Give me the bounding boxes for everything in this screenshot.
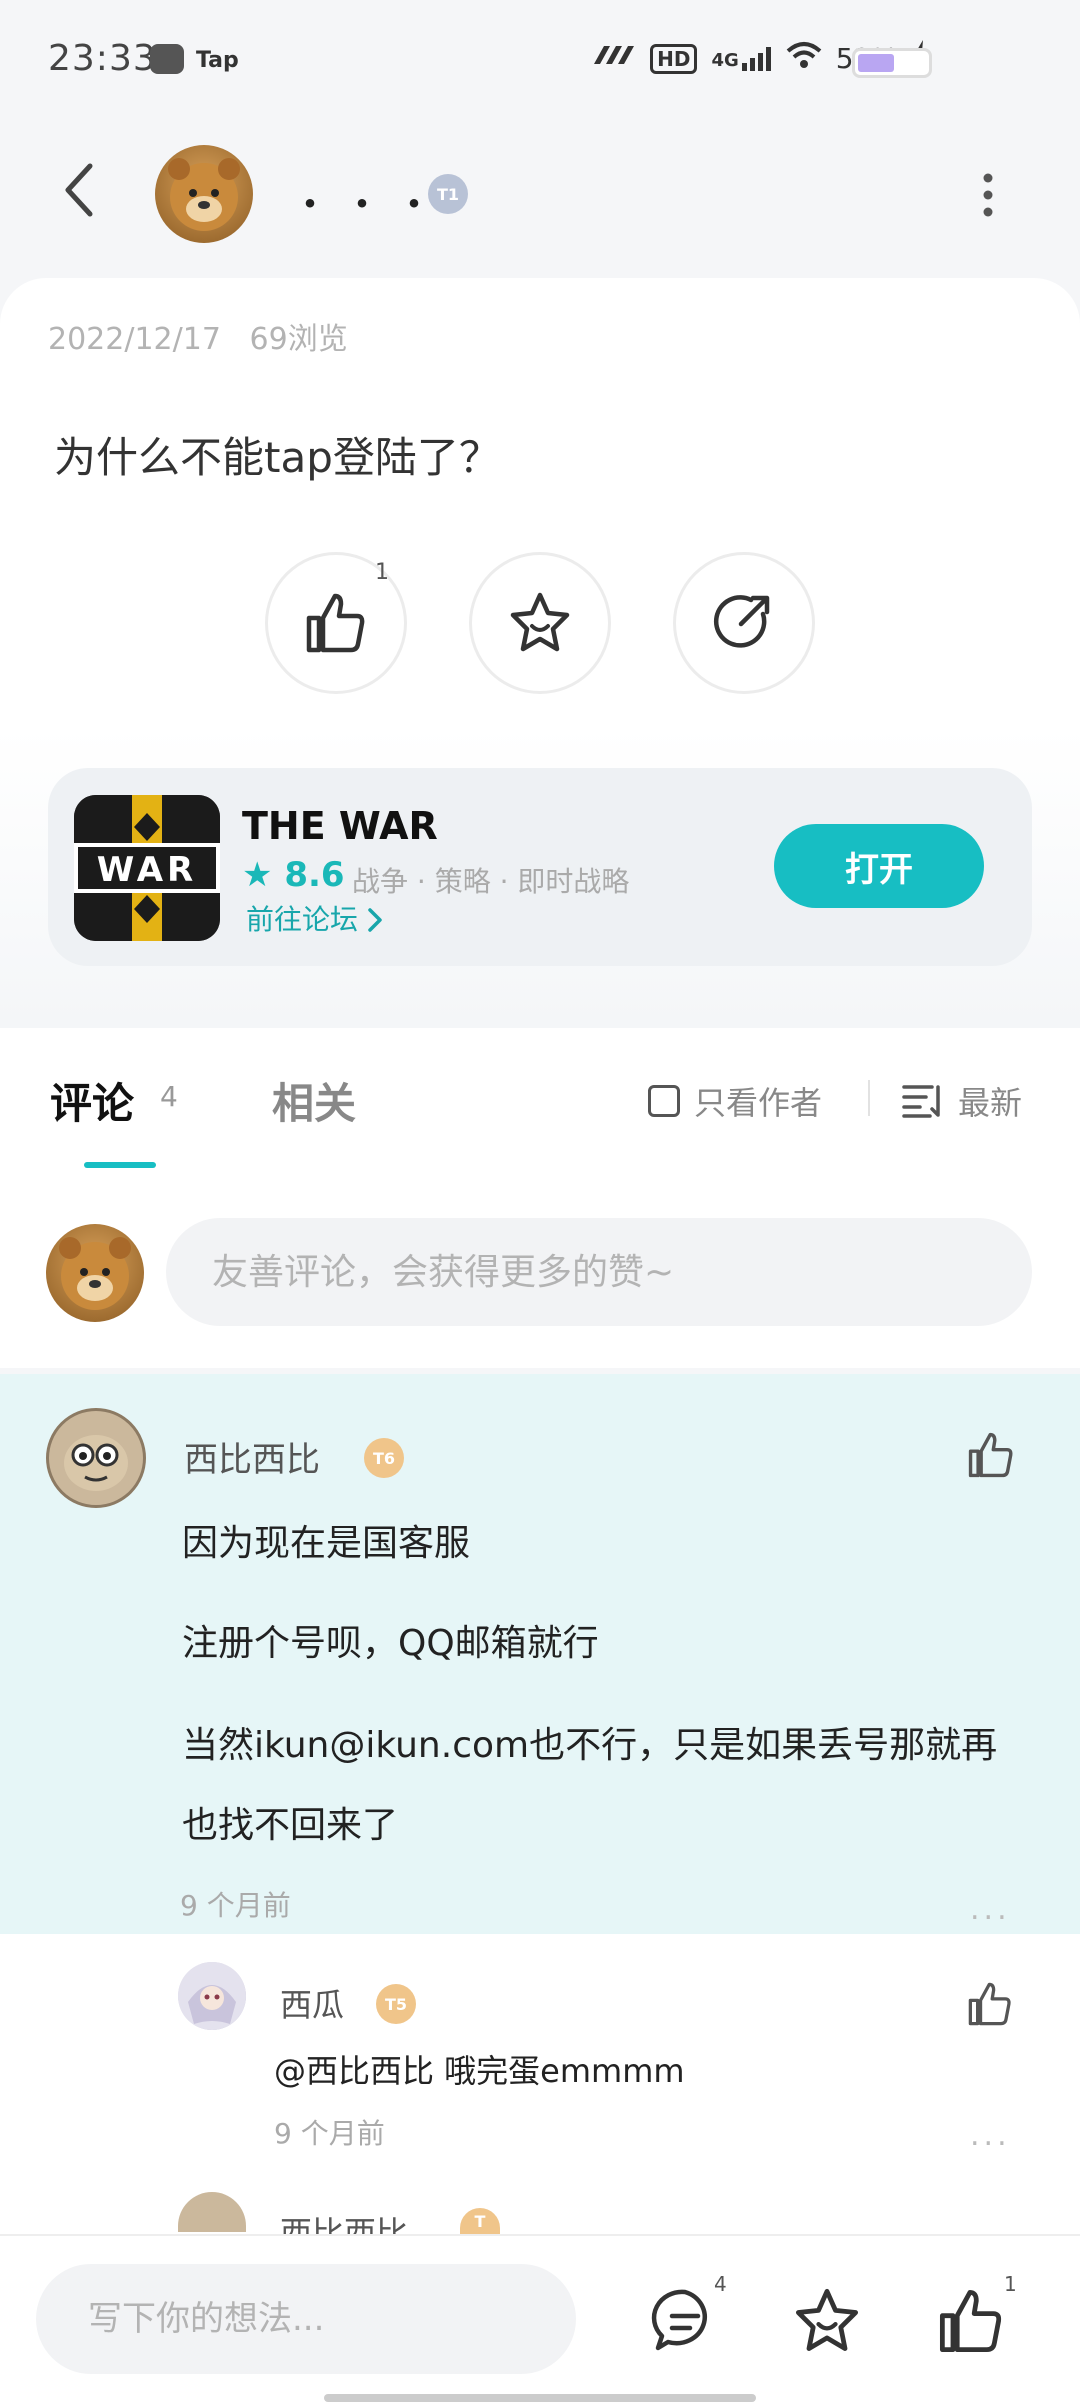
status-app-label: Tap: [196, 48, 239, 73]
chevron-right-icon: [367, 903, 383, 936]
post-views: 69浏览: [249, 322, 348, 357]
reply-like-button[interactable]: [966, 1980, 1014, 2028]
commenter-level-badge: T6: [364, 1438, 404, 1478]
battery-icon: [852, 48, 932, 78]
thumbs-up-icon: [968, 1982, 1011, 2026]
post-share-button[interactable]: [673, 552, 815, 694]
tap-app-icon: [150, 44, 184, 74]
author-only-checkbox[interactable]: [648, 1085, 680, 1117]
thumbs-up-icon: [968, 1432, 1013, 1478]
post-meta: 2022/12/17 69浏览: [48, 314, 348, 358]
comment-text-line: 当然ikun@ikun.com也不行，只是如果丢号那就再: [182, 1725, 998, 1766]
post-date: 2022/12/17: [48, 322, 221, 357]
app-rating: ★ 8.6: [242, 855, 345, 895]
home-indicator[interactable]: [324, 2394, 756, 2402]
comment-more-button[interactable]: ...: [970, 1892, 1011, 1927]
my-avatar: [46, 1224, 144, 1322]
status-time: 23:33: [48, 38, 157, 79]
more-options-icon[interactable]: [978, 170, 998, 220]
tab-related[interactable]: 相关: [272, 1070, 356, 1131]
thumbs-up-icon: [306, 593, 365, 653]
comment-text-line: 因为现在是国客服: [182, 1523, 471, 1564]
comment-button[interactable]: [650, 2286, 720, 2356]
back-arrow-icon[interactable]: [56, 160, 106, 220]
author-level-badge: T1: [428, 174, 468, 214]
reply-more-button[interactable]: ...: [970, 2118, 1011, 2153]
reply-level-label: T5: [384, 1994, 408, 2014]
author-only-label: 只看作者: [694, 1084, 823, 1122]
reply-author-name[interactable]: 西瓜: [280, 1980, 344, 2026]
author-level-label: T1: [436, 184, 460, 204]
comment-like-button[interactable]: [966, 1430, 1016, 1480]
star-icon: [795, 2288, 859, 2351]
author-name[interactable]: ・・・: [290, 172, 446, 230]
open-app-button[interactable]: 打开: [774, 824, 984, 908]
author-avatar[interactable]: [155, 145, 253, 243]
rating-star-icon: ★: [242, 855, 273, 895]
app-tags: 战争 · 策略 · 即时战略: [352, 865, 630, 898]
comment-bubble-icon: [651, 2289, 707, 2351]
comment-text-line: 也找不回来了: [182, 1805, 399, 1846]
filter-divider: [868, 1080, 870, 1116]
sort-label: 最新: [958, 1084, 1023, 1122]
app-name[interactable]: THE WAR: [242, 804, 438, 848]
signal-icon: [590, 42, 636, 75]
reply-level-label: T: [474, 2211, 486, 2231]
reply-author-name[interactable]: 西比西比: [280, 2208, 408, 2234]
commenter-level-label: T6: [372, 1448, 396, 1468]
comment-text-line: 注册个号呗，QQ邮箱就行: [182, 1623, 599, 1664]
sort-toggle[interactable]: 最新: [902, 1078, 1022, 1124]
reply-input[interactable]: [36, 2264, 576, 2374]
share-icon: [713, 595, 770, 648]
reply-time: 9 个月前: [274, 2117, 385, 2150]
like-count: 1: [1004, 2272, 1017, 2296]
comment-input[interactable]: [166, 1218, 1032, 1326]
sort-icon: [902, 1085, 940, 1118]
tab-comments[interactable]: 评论: [50, 1070, 134, 1131]
wifi-icon: [786, 41, 822, 76]
reply-level-badge: T5: [376, 1984, 416, 2024]
app-icon-text: WAR: [96, 850, 198, 890]
commenter-name[interactable]: 西比西比: [184, 1432, 320, 1481]
comment-count: 4: [714, 2272, 727, 2296]
favorite-button[interactable]: [792, 2286, 862, 2356]
star-icon: [510, 592, 570, 652]
comment-time: 9 个月前: [180, 1889, 291, 1922]
network-label: 4G: [711, 49, 739, 71]
tab-comments-count: 4: [160, 1080, 178, 1113]
network-icon: 4G: [711, 46, 771, 71]
post-favorite-button[interactable]: [469, 552, 611, 694]
active-tab-indicator: [84, 1162, 156, 1168]
reply-text: @西比西比 哦完蛋emmmm: [274, 2052, 685, 2090]
author-only-filter[interactable]: 只看作者: [648, 1078, 822, 1124]
post-like-count: 1: [375, 560, 389, 585]
commenter-avatar[interactable]: [46, 1408, 146, 1508]
hd-label: HD: [650, 43, 698, 74]
post-title: 为什么不能tap登陆了？: [54, 433, 501, 482]
app-rating-value: 8.6: [284, 855, 345, 895]
app-forum-link[interactable]: 前往论坛: [246, 898, 383, 938]
reply-avatar[interactable]: [178, 1962, 246, 2030]
thumbs-up-icon: [939, 2289, 1002, 2353]
like-button[interactable]: [936, 2286, 1006, 2356]
app-forum-label: 前往论坛: [246, 903, 359, 936]
